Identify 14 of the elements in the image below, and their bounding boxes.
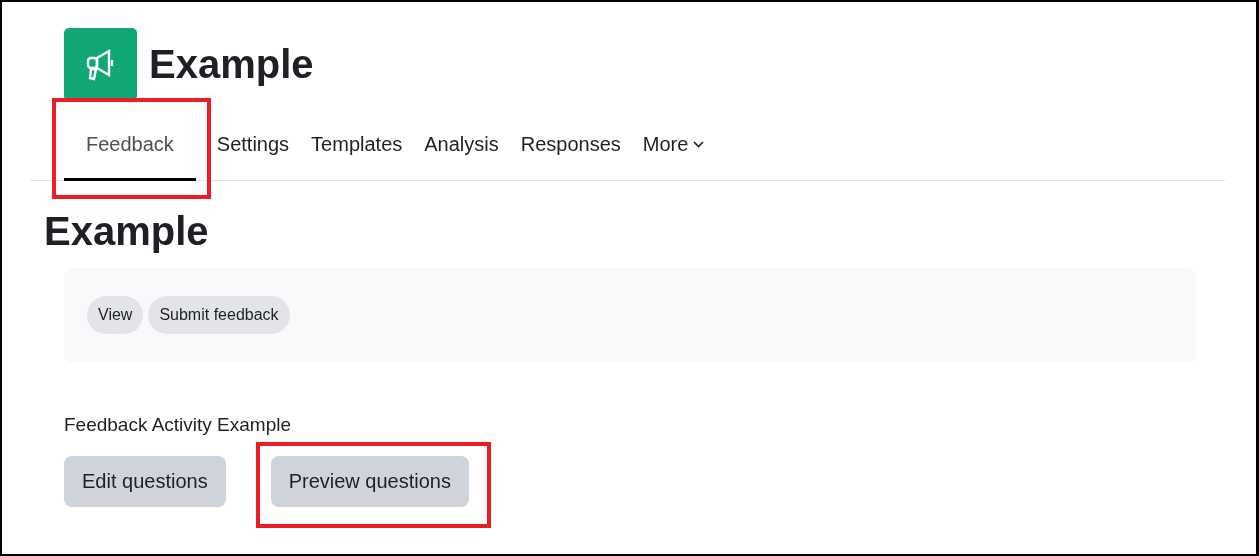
caret-icon — [693, 141, 705, 148]
action-pill[interactable]: Submit feedback — [148, 296, 290, 334]
page-title: Example — [149, 42, 314, 87]
nav-tab[interactable]: More — [642, 111, 705, 181]
activity-heading: Example — [44, 209, 210, 254]
action-button[interactable]: Edit questions — [64, 456, 226, 507]
nav-tab[interactable]: Responses — [520, 111, 621, 181]
nav-tab[interactable]: Feedback — [64, 111, 196, 181]
nav-tab[interactable]: Templates — [311, 111, 403, 181]
nav-tab[interactable]: Analysis — [424, 111, 499, 181]
nav-tab[interactable]: Settings — [216, 111, 290, 181]
activity-description: Feedback Activity Example — [64, 414, 293, 436]
action-button[interactable]: Preview questions — [270, 456, 469, 507]
action-pill[interactable]: View — [87, 296, 144, 334]
